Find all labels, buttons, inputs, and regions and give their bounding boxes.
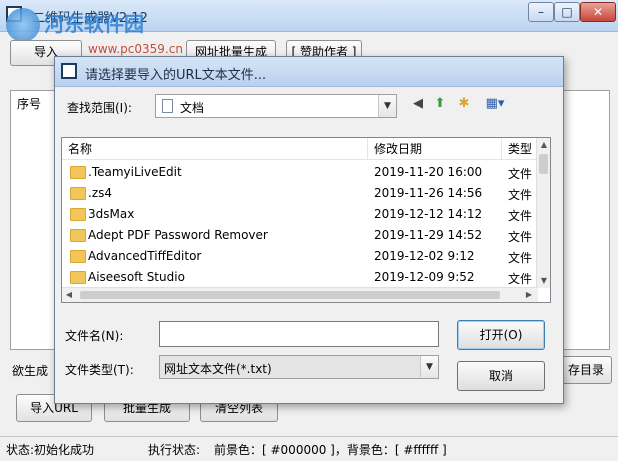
save-dir-button[interactable]: 存目录 <box>560 356 612 384</box>
dialog-title: 请选择要导入的URL文本文件... <box>85 68 267 83</box>
maximize-button[interactable]: □ <box>554 2 580 22</box>
lookin-value: 文档 <box>180 101 205 115</box>
filetype-label: 文件类型(T): <box>65 363 134 377</box>
filetype-value: 网址文本文件(*.txt) <box>164 362 272 376</box>
folder-icon <box>70 229 86 242</box>
file-date: 2019-11-29 14:52 <box>374 228 483 242</box>
back-icon[interactable]: ◀ <box>409 95 427 113</box>
file-date: 2019-12-02 9:12 <box>374 249 475 263</box>
file-row[interactable]: Adept PDF Password Remover 2019-11-29 14… <box>62 225 538 246</box>
file-name: .TeamyiLiveEdit <box>88 165 182 179</box>
qr-dialog-icon <box>61 63 77 79</box>
file-row[interactable]: AdvancedTiffEditor 2019-12-02 9:12 文件 <box>62 246 538 267</box>
exec-status-label: 执行状态: <box>148 443 201 457</box>
scroll-right-icon[interactable]: ▶ <box>522 288 536 302</box>
file-name: AdvancedTiffEditor <box>88 249 202 263</box>
lookin-label: 查找范围(I): <box>67 101 132 115</box>
file-row[interactable]: .TeamyiLiveEdit 2019-11-20 16:00 文件 <box>62 162 538 183</box>
document-icon <box>162 99 173 113</box>
file-type: 文件 <box>508 188 533 202</box>
scroll-thumb[interactable] <box>539 154 548 174</box>
file-row[interactable]: 3dsMax 2019-12-12 14:12 文件 <box>62 204 538 225</box>
lookin-combo[interactable]: 文档 ▼ <box>155 94 397 118</box>
new-folder-icon[interactable]: ✱ <box>455 95 473 113</box>
file-name: 3dsMax <box>88 207 135 221</box>
file-date: 2019-12-12 14:12 <box>374 207 483 221</box>
close-button[interactable]: ✕ <box>580 2 616 22</box>
chevron-down-icon[interactable]: ▼ <box>378 95 396 117</box>
file-type: 文件 <box>508 230 533 244</box>
hscroll-thumb[interactable] <box>80 291 500 299</box>
file-row[interactable]: Aiseesoft Studio 2019-12-09 9:52 文件 <box>62 267 538 288</box>
column-name[interactable]: 名称 <box>62 138 368 160</box>
filename-input[interactable] <box>159 321 439 347</box>
file-type: 文件 <box>508 272 533 286</box>
cancel-button[interactable]: 取消 <box>457 361 545 391</box>
horizontal-scrollbar[interactable]: ◀ ▶ <box>62 287 538 302</box>
file-date: 2019-11-20 16:00 <box>374 165 483 179</box>
folder-icon <box>70 166 86 179</box>
file-open-dialog: 请选择要导入的URL文本文件... 查找范围(I): 文档 ▼ ◀ ⬆ ✱ ▦▾… <box>54 56 564 404</box>
main-window-title: 二维码生成器V2.12 <box>32 11 148 26</box>
folder-icon <box>70 187 86 200</box>
scroll-down-icon[interactable]: ▼ <box>537 274 550 288</box>
folder-icon <box>70 271 86 284</box>
file-row[interactable]: .zs4 2019-11-26 14:56 文件 <box>62 183 538 204</box>
watermark-url: www.pc0359.cn <box>88 42 183 56</box>
filetype-combo[interactable]: 网址文本文件(*.txt) ▼ <box>159 355 439 379</box>
scroll-left-icon[interactable]: ◀ <box>62 288 76 302</box>
color-status: 前景色：[ #000000 ]，背景色：[ #ffffff ] <box>214 443 447 457</box>
file-date: 2019-12-09 9:52 <box>374 270 475 284</box>
list-header-index: 序号 <box>17 97 42 111</box>
file-type: 文件 <box>508 209 533 223</box>
file-name: .zs4 <box>88 186 112 200</box>
dialog-title-bar: 请选择要导入的URL文本文件... <box>55 57 563 87</box>
vertical-scrollbar[interactable]: ▲ ▼ <box>536 138 550 288</box>
chevron-down-icon[interactable]: ▼ <box>420 356 438 378</box>
view-menu-icon[interactable]: ▦▾ <box>481 95 509 113</box>
qr-app-icon <box>6 6 22 22</box>
file-type: 文件 <box>508 251 533 265</box>
folder-icon <box>70 250 86 263</box>
up-folder-icon[interactable]: ⬆ <box>431 95 449 113</box>
file-type: 文件 <box>508 167 533 181</box>
column-date[interactable]: 修改日期 <box>368 138 502 160</box>
generate-label: 欲生成 <box>12 364 49 378</box>
file-list[interactable]: 名称 修改日期 类型 .TeamyiLiveEdit 2019-11-20 16… <box>61 137 551 303</box>
file-name: Adept PDF Password Remover <box>88 228 268 242</box>
status-bar: 状态:初始化成功 执行状态: 前景色：[ #000000 ]，背景色：[ #ff… <box>0 436 618 461</box>
folder-icon <box>70 208 86 221</box>
status-text: 状态:初始化成功 <box>6 443 95 457</box>
scroll-up-icon[interactable]: ▲ <box>537 138 550 152</box>
main-title-bar: 二维码生成器V2.12 – □ ✕ <box>0 0 618 32</box>
file-date: 2019-11-26 14:56 <box>374 186 483 200</box>
filename-label: 文件名(N): <box>65 329 124 343</box>
file-name: Aiseesoft Studio <box>88 270 185 284</box>
column-type[interactable]: 类型 <box>502 138 538 160</box>
open-button[interactable]: 打开(O) <box>457 320 545 350</box>
minimize-button[interactable]: – <box>528 2 554 22</box>
